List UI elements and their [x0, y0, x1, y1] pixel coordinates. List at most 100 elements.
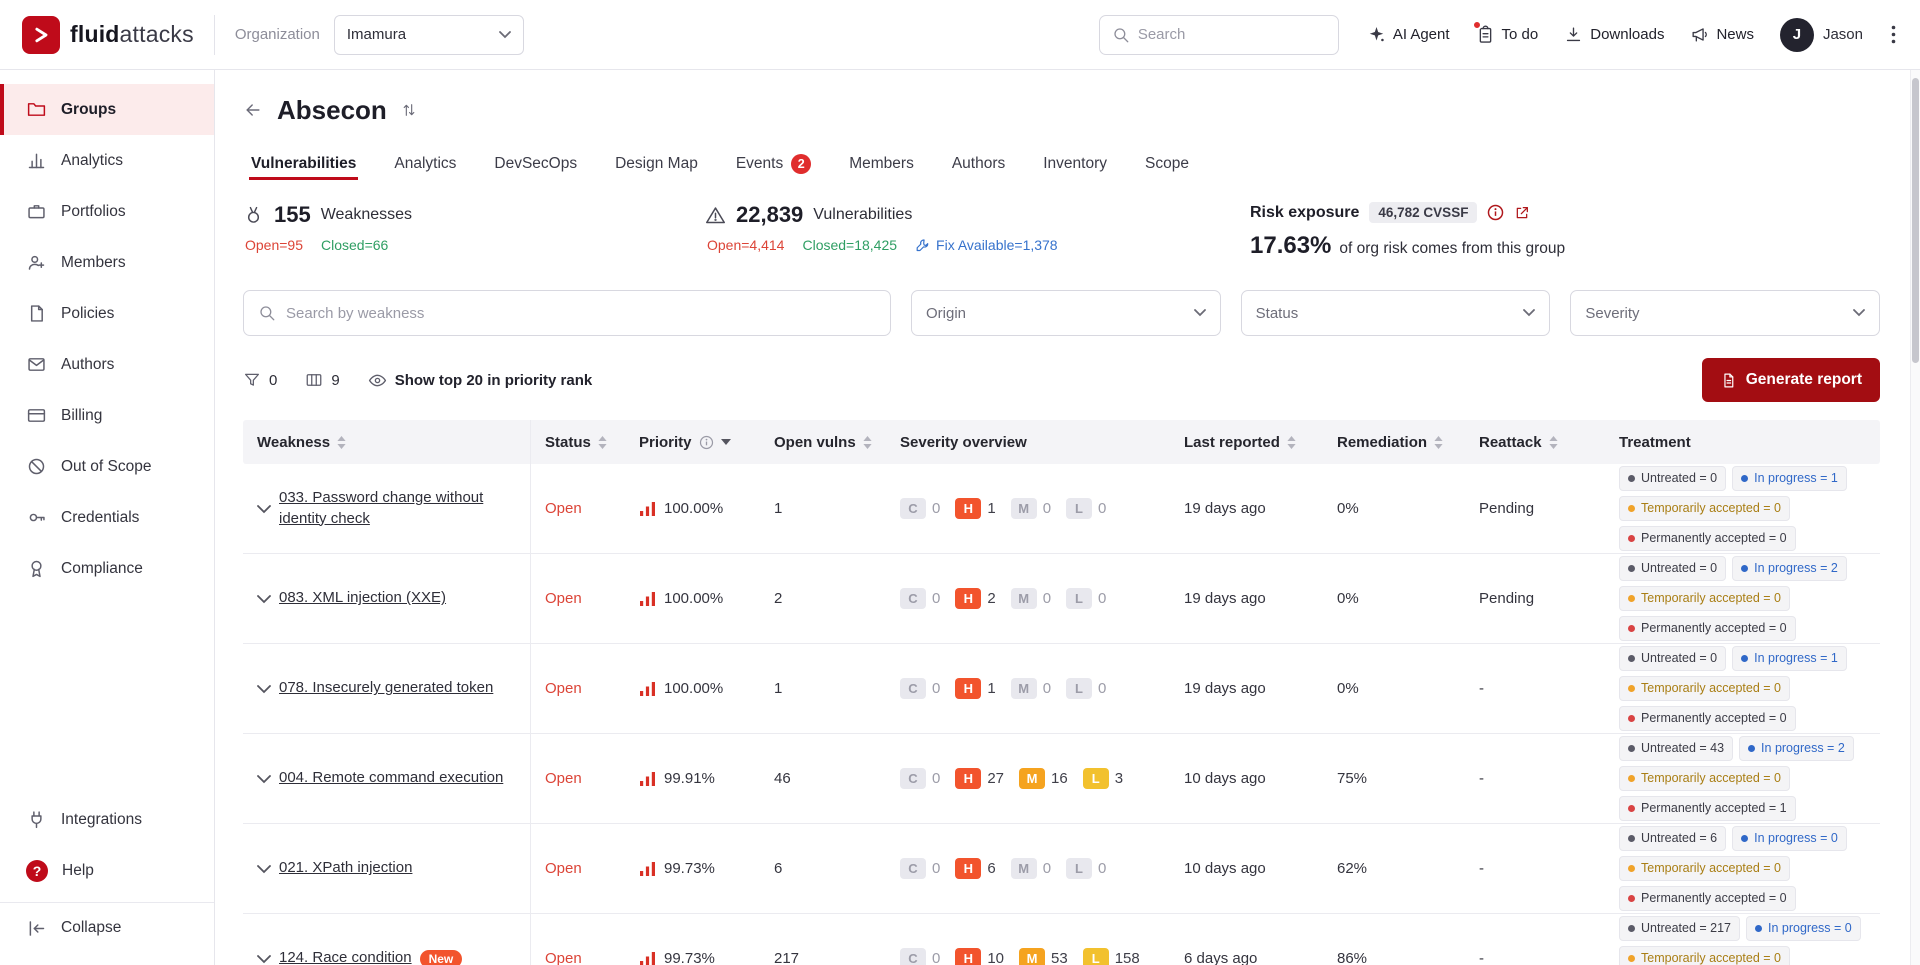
search-icon — [1112, 26, 1130, 44]
sidebar-item-compliance[interactable]: Compliance — [0, 543, 214, 594]
info-icon[interactable] — [1487, 204, 1504, 221]
severity-low-badge: L — [1066, 588, 1092, 609]
open-vulns-cell: 1 — [760, 644, 886, 733]
sidebar-item-credentials[interactable]: Credentials — [0, 492, 214, 543]
generate-report-button[interactable]: Generate report — [1702, 358, 1880, 402]
column-header-reattack[interactable]: Reattack — [1465, 420, 1605, 464]
group-switcher-button[interactable] — [401, 102, 417, 118]
status-filter-select[interactable]: Status — [1241, 290, 1551, 336]
sort-icon — [863, 436, 872, 449]
sidebar-item-policies[interactable]: Policies — [0, 288, 214, 339]
fix-available[interactable]: Fix Available=1,378 — [915, 237, 1058, 253]
column-header-open-vulns[interactable]: Open vulns — [760, 420, 886, 464]
vertical-scrollbar[interactable] — [1910, 70, 1920, 965]
expand-row-icon[interactable] — [257, 865, 271, 874]
severity-low-count: 158 — [1115, 950, 1140, 965]
todo-button[interactable]: To do — [1476, 25, 1539, 44]
sidebar-collapse-button[interactable]: Collapse — [0, 902, 214, 953]
expand-row-icon[interactable] — [257, 775, 271, 784]
weakness-search[interactable] — [243, 290, 891, 336]
table-controls: 0 9 Show top 20 in priority rank Generat… — [243, 358, 1880, 402]
column-header-priority[interactable]: Priority — [625, 420, 760, 464]
more-menu-button[interactable] — [1889, 21, 1898, 48]
status-cell: Open — [531, 644, 625, 733]
sidebar-item-help[interactable]: ? Help — [0, 845, 214, 896]
tab-devsecops[interactable]: DevSecOps — [492, 140, 579, 180]
tab-inventory[interactable]: Inventory — [1041, 140, 1109, 180]
expand-row-icon[interactable] — [257, 685, 271, 694]
sidebar-item-portfolios[interactable]: Portfolios — [0, 186, 214, 237]
table-header-row: Weakness Status Priority Open vulns — [243, 420, 1880, 464]
column-header-remediation[interactable]: Remediation — [1323, 420, 1465, 464]
sidebar-item-analytics[interactable]: Analytics — [0, 135, 214, 186]
weakness-cell: 021. XPath injection — [243, 824, 531, 913]
sidebar: Groups Analytics Portfolios Members Poli… — [0, 70, 215, 965]
origin-filter-select[interactable]: Origin — [911, 290, 1221, 336]
expand-row-icon[interactable] — [257, 955, 271, 964]
priority-bars-icon — [639, 681, 656, 696]
ai-agent-button[interactable]: AI Agent — [1367, 25, 1450, 44]
severity-medium-badge: M — [1019, 948, 1045, 965]
severity-critical-badge: C — [900, 768, 926, 789]
severity-critical-count: 0 — [932, 500, 940, 517]
severity-medium-badge: M — [1011, 588, 1037, 609]
last-reported-cell: 10 days ago — [1170, 824, 1323, 913]
status-cell: Open — [531, 554, 625, 643]
envelope-icon — [26, 354, 47, 375]
fluidattacks-logo[interactable]: fluidattacks — [22, 16, 194, 54]
columns-count-button[interactable]: 9 — [305, 371, 339, 389]
weakness-search-input[interactable] — [286, 305, 876, 322]
scrollbar-thumb[interactable] — [1912, 78, 1919, 363]
open-vulns-value: 46 — [774, 770, 791, 787]
downloads-button[interactable]: Downloads — [1564, 25, 1664, 44]
expand-row-icon[interactable] — [257, 505, 271, 514]
tab-vulnerabilities[interactable]: Vulnerabilities — [249, 140, 358, 180]
organization-select[interactable]: Imamura — [334, 15, 524, 55]
back-button[interactable] — [243, 100, 263, 120]
sidebar-item-groups[interactable]: Groups — [0, 84, 214, 135]
treatment-permanently-accepted-chip: Permanently accepted = 0 — [1619, 616, 1796, 641]
user-name: Jason — [1823, 26, 1863, 43]
expand-row-icon[interactable] — [257, 595, 271, 604]
sidebar-item-billing[interactable]: Billing — [0, 390, 214, 441]
external-link-icon[interactable] — [1514, 205, 1530, 221]
weakness-link[interactable]: 021. XPath injection — [279, 858, 412, 878]
warning-icon — [705, 205, 726, 226]
risk-exposure-label: Risk exposure — [1250, 204, 1359, 222]
global-search[interactable] — [1099, 15, 1339, 55]
tab-label: Events — [736, 155, 783, 173]
sidebar-item-out-of-scope[interactable]: Out of Scope — [0, 441, 214, 492]
column-header-weakness[interactable]: Weakness — [243, 420, 531, 464]
sidebar-item-members[interactable]: Members — [0, 237, 214, 288]
tab-analytics[interactable]: Analytics — [392, 140, 458, 180]
weakness-link[interactable]: 078. Insecurely generated token — [279, 678, 493, 698]
sidebar-item-authors[interactable]: Authors — [0, 339, 214, 390]
weakness-link[interactable]: 083. XML injection (XXE) — [279, 588, 446, 608]
weakness-link[interactable]: 004. Remote command execution — [279, 768, 503, 788]
tab-design-map[interactable]: Design Map — [613, 140, 700, 180]
weakness-link[interactable]: 033. Password change without identity ch… — [279, 488, 516, 529]
severity-low-count: 3 — [1115, 770, 1123, 787]
table-row: 004. Remote command execution Open 99.91… — [243, 734, 1880, 824]
tab-scope[interactable]: Scope — [1143, 140, 1191, 180]
news-button[interactable]: News — [1690, 25, 1754, 44]
sidebar-item-label: Members — [61, 254, 126, 272]
weakness-link[interactable]: 124. Race condition — [279, 948, 412, 965]
reattack-cell: - — [1465, 824, 1605, 913]
severity-overview-cell: C0 H10 M53 L158 — [886, 914, 1170, 965]
show-top-20-button[interactable]: Show top 20 in priority rank — [368, 371, 593, 390]
filters-count-button[interactable]: 0 — [243, 371, 277, 389]
tab-authors[interactable]: Authors — [950, 140, 1007, 180]
medal-icon — [243, 205, 264, 226]
column-header-last-reported[interactable]: Last reported — [1170, 420, 1323, 464]
folder-icon — [26, 99, 47, 120]
severity-high-badge: H — [955, 678, 981, 699]
user-menu[interactable]: J Jason — [1780, 18, 1863, 52]
global-search-input[interactable] — [1138, 26, 1326, 43]
severity-high-count: 27 — [987, 770, 1004, 787]
tab-members[interactable]: Members — [847, 140, 916, 180]
sidebar-item-integrations[interactable]: Integrations — [0, 794, 214, 845]
tab-events[interactable]: Events2 — [734, 140, 813, 180]
column-header-status[interactable]: Status — [531, 420, 625, 464]
severity-filter-select[interactable]: Severity — [1570, 290, 1880, 336]
